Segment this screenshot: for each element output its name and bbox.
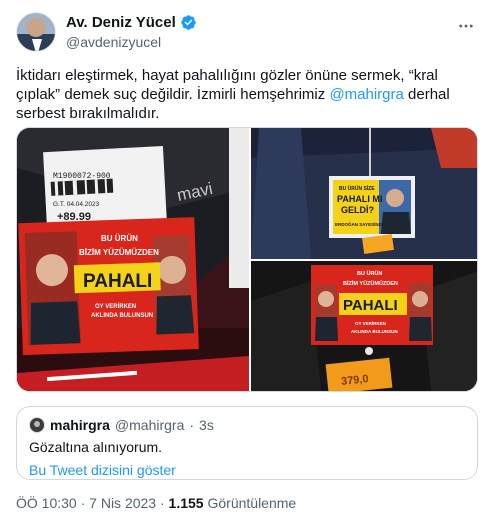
photo1-tag-date: G.T. 04.04.2023 [53,201,100,208]
photo3-sticker-bottom2: AKLINDA BULUNSUN [351,329,398,334]
photo-1[interactable]: M1900072-900 G.T. 04.04.2023 +89.99 mavi… [17,128,249,391]
tweet-time[interactable]: ÖÖ 10:30 [16,495,77,511]
photo1-sticker-bottom2: AKLINDA BULUNSUN [91,313,153,319]
views-count: 1.155 [168,495,204,511]
more-options-icon[interactable] [456,16,476,36]
photo3-price: 379,0 [341,373,370,388]
quoted-timestamp[interactable]: 3s [199,416,214,434]
show-thread-link[interactable]: Bu Tweet dizisini göster [29,461,465,480]
photo1-sticker-line1: BU ÜRÜN [101,234,138,243]
quoted-tweet-text: Gözaltına alınıyorum. [29,439,163,455]
photo3-sticker-main: PAHALI [343,297,398,314]
author-names: Av. Deniz Yücel @avdenizyucel [66,13,197,51]
quoted-author-handle[interactable]: @mahirgra [115,416,184,434]
author-handle[interactable]: @avdenizyucel [66,33,197,51]
photo-3[interactable]: BU ÜRÜN BİZİM YÜZÜMÜZDEN PAHALI OY VERİR… [251,261,477,391]
photo2-line3: GELDİ? [341,205,374,215]
photo1-sticker-bottom1: OY VERİRKEN [95,303,136,310]
tweet-meta: ÖÖ 10:30 · 7 Nis 2023 · 1.155 Görüntülen… [16,494,296,512]
tweet-text: İktidarı eleştirmek, hayat pahalılığını … [16,66,478,123]
avatar-shirt [32,39,42,51]
views-label: Görüntülenme [207,495,297,511]
photo3-sticker-line2: BİZİM YÜZÜMÜZDEN [343,280,398,287]
quoted-tweet[interactable]: mahirgra @mahirgra · 3s Gözaltına alınıy… [16,406,478,480]
mention-link[interactable]: @mahirgra [329,86,403,103]
photo2-line1: BU ÜRÜN SİZE [339,185,375,192]
verified-badge-icon[interactable] [180,14,197,31]
photo-2[interactable]: BU ÜRÜN SİZE PAHALI MI GELDİ? ERDOĞAN SA… [251,128,477,259]
author-avatar[interactable] [16,12,56,52]
photo3-sticker-bottom1: OY VERİRKEN [355,320,386,326]
tweet-header: Av. Deniz Yücel @avdenizyucel [16,12,478,60]
photo1-tag-code: M1900072-900 [53,172,111,181]
photo1-sticker-line2: BİZİM YÜZÜMÜZDEN [79,248,159,257]
author-display-name[interactable]: Av. Deniz Yücel [66,13,176,32]
quoted-separator: · [189,417,195,433]
meta-separator-1: · [80,495,86,511]
quoted-author-avatar[interactable] [29,417,45,433]
media-grid: M1900072-900 G.T. 04.04.2023 +89.99 mavi… [16,127,478,392]
photo1-sticker-main: PAHALI [83,271,152,292]
meta-separator-2: · [159,495,165,511]
photo2-line4: ERDOĞAN SAYESİNDE [335,220,385,227]
quoted-author-name[interactable]: mahirgra [50,416,110,434]
photo2-line2: PAHALI MI [337,194,382,204]
photo3-sticker-line1: BU ÜRÜN [357,270,382,277]
quoted-tweet-header: mahirgra @mahirgra · 3s [29,416,465,434]
author-name-row: Av. Deniz Yücel [66,13,197,32]
tweet-date[interactable]: 7 Nis 2023 [89,495,156,511]
